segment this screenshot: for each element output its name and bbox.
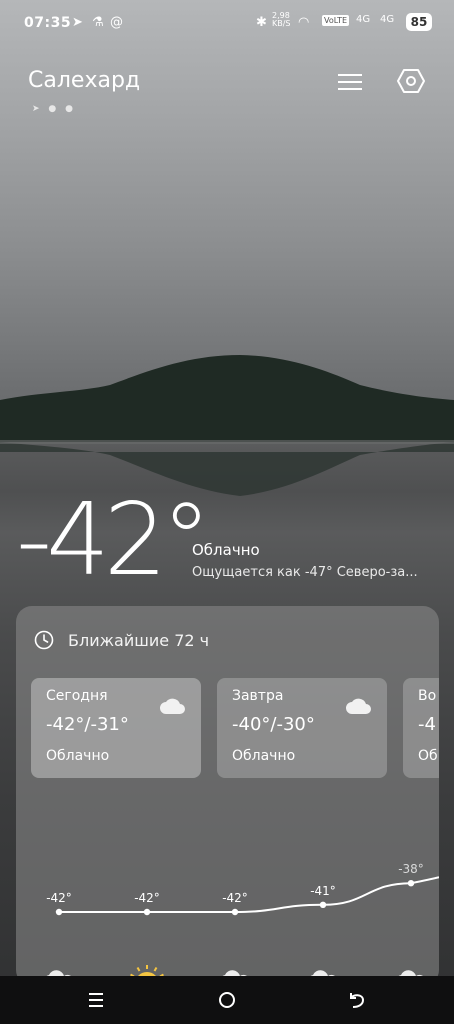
forecast-panel: Ближайшие 72 ч Сегодня -42°/-31° Облачно… (16, 606, 439, 986)
cloud-icon (160, 698, 185, 714)
temperature-label: -41° (310, 884, 336, 898)
telegram-icon: ➤ (72, 15, 83, 30)
forecast-header: Ближайшие 72 ч (34, 630, 209, 650)
day-name: Сегодня (46, 688, 108, 704)
day-temp-range: -42°/-31° (46, 714, 129, 735)
temperature-point (143, 908, 151, 916)
at-icon: @ (110, 15, 123, 30)
temperature-point (319, 901, 327, 908)
navigation-bar (0, 976, 454, 1024)
settings-icon[interactable] (396, 66, 426, 96)
temperature-point (407, 880, 415, 887)
day-name: Завтра (232, 688, 284, 704)
day-card-tomorrow[interactable]: Завтра -40°/-30° Облачно (217, 678, 387, 778)
cloud-icon (346, 698, 371, 714)
day-condition: Об (418, 748, 438, 764)
feels-like-text: Ощущается как -47° Северо-за... (192, 565, 418, 580)
network-4g-1: 4G (356, 14, 371, 25)
menu-icon[interactable] (338, 70, 362, 92)
battery-indicator: 85 (406, 13, 432, 31)
day-condition: Облачно (46, 748, 110, 764)
status-bar: 07:35 ➤ ⚗ @ ✱ 2,98 KB/S ◠ VoLTE 4G 4G 85 (0, 0, 454, 44)
temperature-label: -42° (46, 891, 72, 905)
flask-icon: ⚗ (92, 15, 104, 30)
day-card-next[interactable]: Во -4 Об (403, 678, 439, 778)
network-speed: 2,98 KB/S (272, 11, 291, 28)
current-condition: Облачно (192, 541, 260, 559)
home-icon[interactable] (215, 988, 239, 1012)
day-condition: Облачно (232, 748, 296, 764)
network-4g-2: 4G (380, 14, 395, 25)
hourly-temperature-chart: -42° -42° -42° -41° -38° (44, 862, 439, 986)
wifi-icon: ◠ (298, 15, 310, 30)
temperature-label: -38° (398, 862, 424, 876)
clock-icon (34, 630, 54, 650)
day-temp-range: -4 (418, 714, 436, 735)
temperature-label: -42° (222, 891, 248, 905)
day-temp-range: -40°/-30° (232, 714, 315, 735)
temperature-label: -42° (134, 891, 160, 905)
day-card-today[interactable]: Сегодня -42°/-31° Облачно (31, 678, 201, 778)
status-time: 07:35 (24, 15, 72, 31)
temperature-point (55, 908, 63, 916)
forecast-title: Ближайшие 72 ч (68, 630, 210, 650)
temperature-line (59, 876, 439, 913)
location-page-indicator: ➤ ● ● (32, 104, 76, 114)
day-name: Во (418, 688, 437, 704)
recent-apps-icon[interactable] (84, 988, 108, 1012)
current-temperature: -42° (16, 481, 211, 598)
bluetooth-icon: ✱ (256, 15, 267, 30)
temperature-point (231, 908, 239, 916)
volte-badge: VoLTE (322, 15, 350, 26)
city-name[interactable]: Салехард (28, 68, 140, 93)
back-icon[interactable] (345, 988, 369, 1012)
